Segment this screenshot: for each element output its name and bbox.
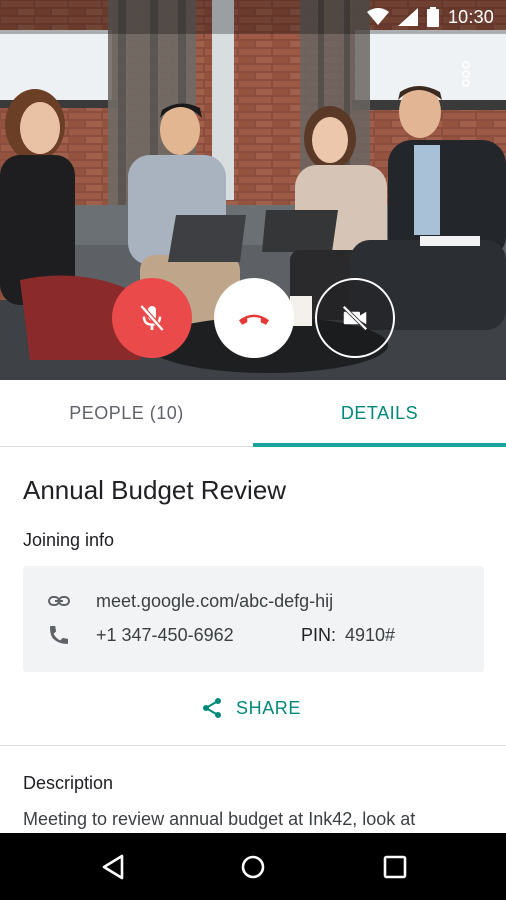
details-panel: Annual Budget Review Joining info meet.g… xyxy=(0,447,506,833)
hang-up-button[interactable] xyxy=(214,278,294,358)
meeting-link[interactable]: meet.google.com/abc-defg-hij xyxy=(96,591,333,612)
system-nav-bar xyxy=(0,833,506,900)
call-controls xyxy=(0,278,506,358)
section-divider xyxy=(0,745,506,746)
description-heading: Description xyxy=(23,773,114,793)
description-text: Meeting to review annual budget at Ink42… xyxy=(23,809,416,829)
pin-label: PIN: xyxy=(301,624,337,645)
wifi-icon xyxy=(366,8,389,25)
videocam-off-icon xyxy=(342,305,368,331)
tab-people[interactable]: PEOPLE (10) xyxy=(0,380,253,446)
joining-info-box: meet.google.com/abc-defg-hij +1 347-450-… xyxy=(23,566,484,672)
video-feed: 10:30 xyxy=(0,0,506,380)
dial-in-number[interactable]: +1 347-450-6962 xyxy=(96,625,234,646)
recents-icon[interactable] xyxy=(381,853,409,881)
battery-icon xyxy=(426,7,439,27)
back-icon[interactable] xyxy=(99,853,127,881)
camera-off-button[interactable] xyxy=(315,278,395,358)
more-vert-icon[interactable] xyxy=(452,58,480,90)
link-icon xyxy=(48,596,70,606)
mute-mic-button[interactable] xyxy=(112,278,192,358)
share-button[interactable]: SHARE xyxy=(200,693,301,723)
home-icon[interactable] xyxy=(239,853,267,881)
share-icon xyxy=(203,698,221,718)
share-label: SHARE xyxy=(236,697,302,718)
joining-info-heading: Joining info xyxy=(23,530,115,550)
mic-off-icon xyxy=(139,304,165,332)
status-bar: 10:30 xyxy=(0,0,506,34)
tab-bar: PEOPLE (10) DETAILS xyxy=(0,380,506,447)
phone-hangup-icon xyxy=(239,314,269,325)
meeting-title: Annual Budget Review xyxy=(23,475,287,505)
pin-value: 4910# xyxy=(345,624,396,645)
status-time: 10:30 xyxy=(447,6,494,27)
phone-icon xyxy=(50,626,68,644)
tab-details[interactable]: DETAILS xyxy=(253,380,506,447)
signal-icon xyxy=(397,8,418,26)
